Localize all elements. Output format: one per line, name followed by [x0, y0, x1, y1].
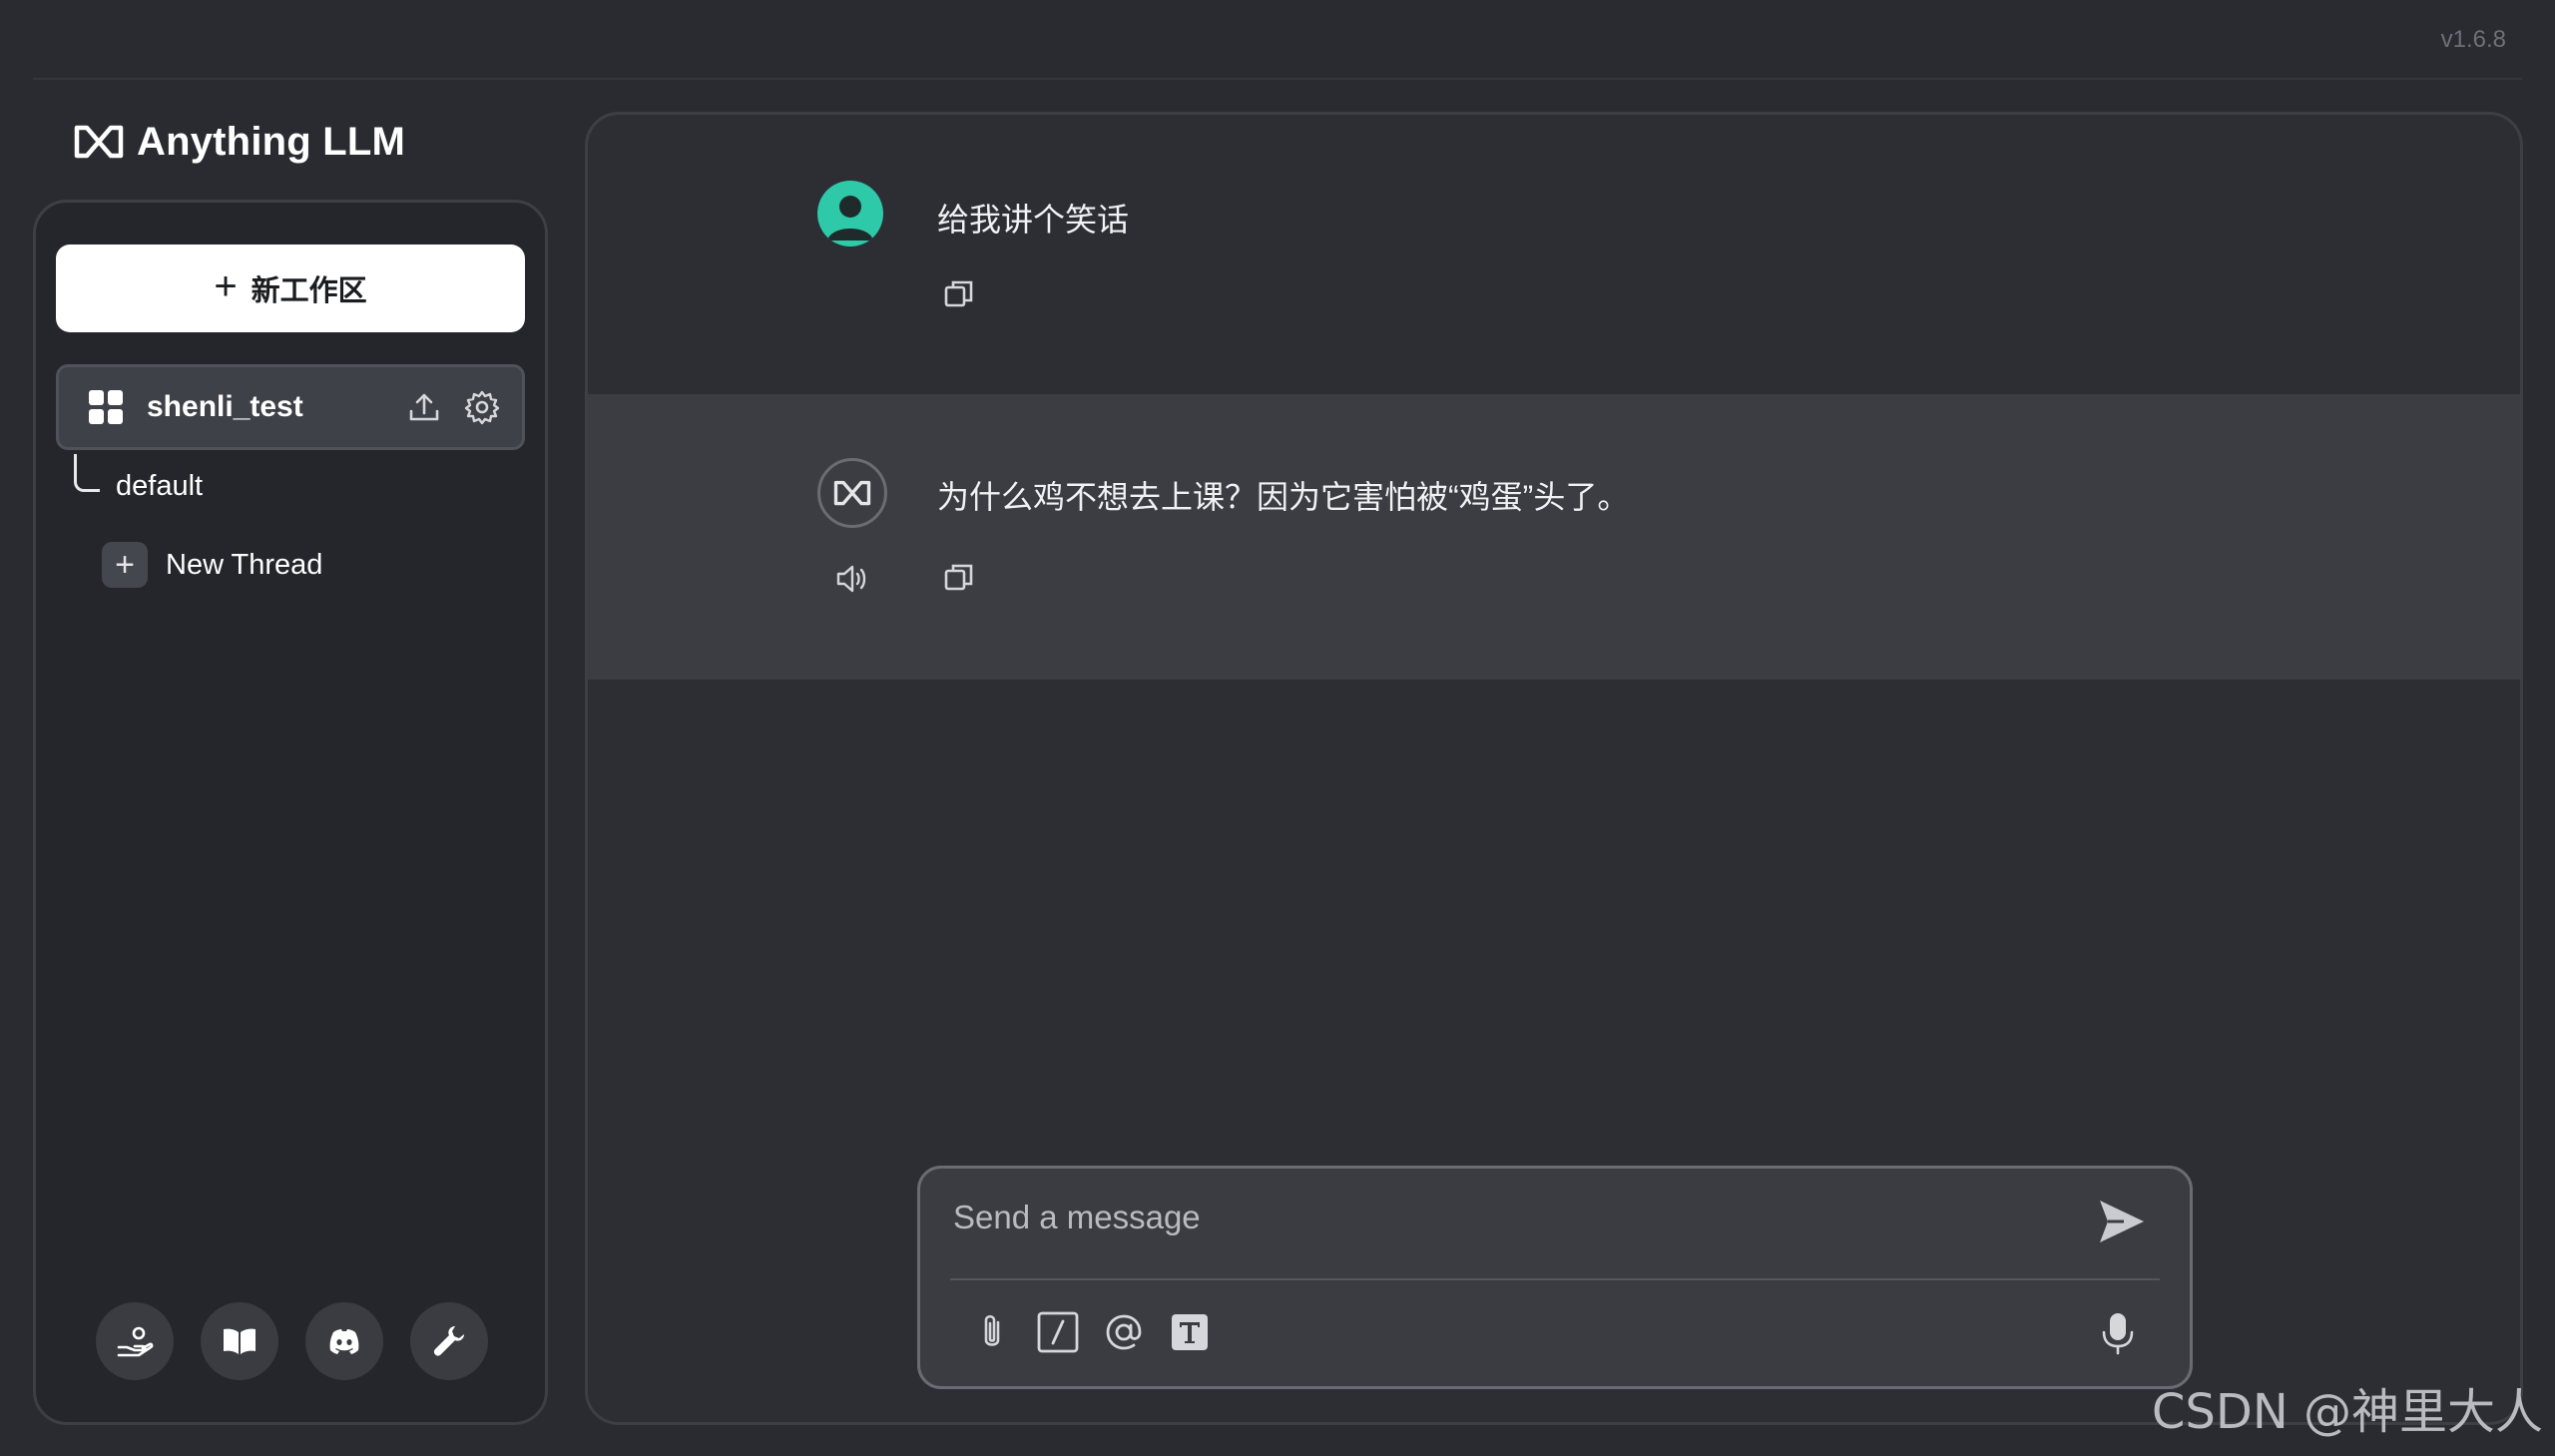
- docs-book-icon: [224, 1328, 256, 1354]
- message-text: 为什么鸡不想去上课？因为它害怕被“鸡蛋”头了。: [937, 479, 1630, 515]
- message-input[interactable]: [953, 1183, 2081, 1252]
- discord-button[interactable]: [305, 1302, 383, 1380]
- workspace-name: shenli_test: [147, 390, 303, 423]
- message-assistant: 为什么鸡不想去上课？因为它害怕被“鸡蛋”头了。: [588, 394, 2520, 680]
- settings-button[interactable]: [410, 1302, 488, 1380]
- text-size-icon[interactable]: [1168, 1310, 1212, 1354]
- plus-icon: +: [102, 542, 148, 588]
- sidebar: + 新工作区 shenli_test default + New Thread: [33, 200, 548, 1425]
- thread-connector: [74, 454, 100, 492]
- new-workspace-button[interactable]: + 新工作区: [56, 244, 525, 332]
- app-logo[interactable]: Anything LLM: [73, 112, 405, 172]
- mention-icon[interactable]: [1102, 1310, 1146, 1354]
- settings-wrench-icon: [433, 1326, 464, 1356]
- message-text: 给我讲个笑话: [937, 202, 1130, 238]
- chat-panel: 给我讲个笑话 为什么鸡不想去上课？因为它害怕被“鸡蛋”头了。: [585, 112, 2523, 1425]
- version-label: v1.6.8: [2440, 26, 2506, 53]
- community-hub-button[interactable]: [96, 1302, 174, 1380]
- logo-text: Anything LLM: [137, 119, 406, 164]
- new-workspace-label: 新工作区: [251, 275, 367, 307]
- watermark: CSDN @神里大人: [2151, 1384, 2543, 1440]
- top-divider: [33, 78, 2522, 80]
- anything-llm-logo-icon: [74, 125, 124, 159]
- workspace-item-shenli-test[interactable]: shenli_test: [56, 364, 525, 450]
- copy-icon[interactable]: [941, 276, 977, 312]
- new-thread-button[interactable]: + New Thread: [102, 542, 322, 588]
- copy-icon[interactable]: [941, 560, 977, 596]
- anything-llm-logo-icon: [833, 480, 871, 506]
- assistant-avatar: [817, 458, 887, 528]
- message-composer: [917, 1166, 2193, 1389]
- slash-command-icon[interactable]: [1036, 1310, 1080, 1354]
- thread-item-default[interactable]: default: [116, 470, 203, 503]
- plus-icon: +: [214, 264, 238, 308]
- message-user: 给我讲个笑话: [588, 115, 2520, 394]
- workspace-grid-icon: [89, 390, 123, 424]
- microphone-icon[interactable]: [2096, 1310, 2140, 1356]
- workspace-actions: [406, 389, 500, 425]
- discord-icon: [329, 1329, 359, 1354]
- gear-icon[interactable]: [464, 389, 500, 425]
- user-avatar-icon: [827, 196, 873, 241]
- user-avatar: [817, 181, 883, 246]
- composer-divider: [950, 1278, 2160, 1280]
- attach-icon[interactable]: [970, 1310, 1014, 1354]
- new-thread-label: New Thread: [166, 548, 323, 581]
- upload-icon[interactable]: [406, 389, 442, 425]
- app-window: v1.6.8 Anything LLM + 新工作区 shenli_test d…: [0, 0, 2555, 1456]
- community-hub-icon: [117, 1326, 154, 1357]
- composer-tools: [970, 1310, 1212, 1354]
- sidebar-footer: [96, 1302, 488, 1380]
- send-icon[interactable]: [2094, 1195, 2148, 1248]
- docs-button[interactable]: [201, 1302, 278, 1380]
- speaker-icon[interactable]: [833, 560, 871, 598]
